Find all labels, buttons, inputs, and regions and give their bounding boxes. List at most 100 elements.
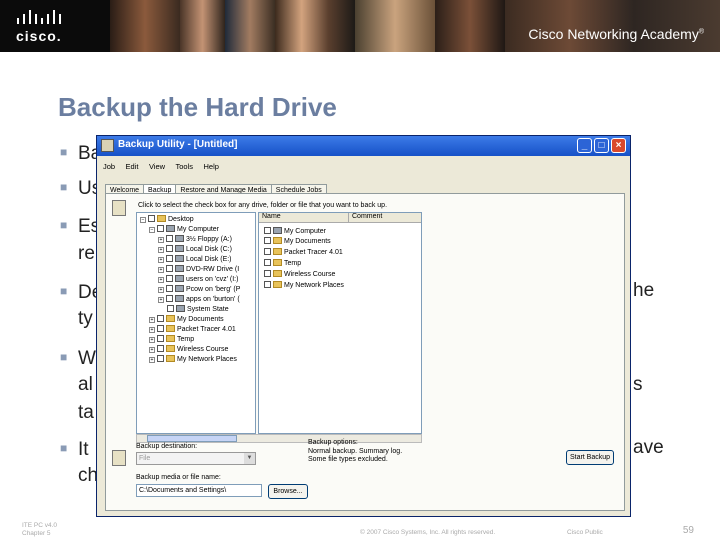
disk-icon	[175, 255, 184, 262]
checkbox[interactable]	[264, 227, 271, 234]
checkbox[interactable]	[148, 215, 155, 222]
expand-icon[interactable]: +	[158, 257, 164, 263]
maximize-button[interactable]: □	[594, 138, 609, 153]
tree-item[interactable]: +3½ Floppy (A:)	[158, 235, 232, 243]
menu-help[interactable]: Help	[203, 162, 218, 171]
checkbox[interactable]	[166, 265, 173, 272]
folder-icon	[166, 325, 175, 332]
expand-icon[interactable]: +	[158, 277, 164, 283]
list-item[interactable]: Temp	[264, 259, 301, 267]
column-header-name[interactable]: Name	[259, 213, 349, 223]
expand-icon[interactable]: +	[158, 267, 164, 273]
page-number: 59	[682, 525, 694, 536]
backup-utility-window: Backup Utility - [Untitled] _ □ × Job Ed…	[96, 135, 631, 517]
cisco-bars-icon	[17, 10, 61, 24]
menu-bar: Job Edit View Tools Help	[97, 156, 630, 174]
list-item[interactable]: My Documents	[264, 237, 331, 245]
column-header-comment[interactable]: Comment	[349, 213, 421, 223]
chevron-down-icon[interactable]: ▼	[244, 453, 255, 464]
list-item[interactable]: Packet Tracer 4.01	[264, 248, 343, 256]
menu-tools[interactable]: Tools	[176, 162, 194, 171]
folder-tree[interactable]: − Desktop − My Computer +3½ Floppy (A:) + L…	[136, 212, 256, 434]
window-titlebar[interactable]: Backup Utility - [Untitled] _ □ ×	[97, 136, 630, 156]
list-item[interactable]: My Network Places	[264, 281, 344, 289]
folder-icon	[157, 215, 166, 222]
tree-item[interactable]: + Local Disk (C:)	[158, 245, 232, 253]
computer-icon	[166, 225, 175, 232]
tree-item[interactable]: + My Documents	[149, 315, 224, 323]
collapse-icon[interactable]: −	[149, 227, 155, 233]
bullet-4-cont: ty	[78, 308, 93, 329]
bullet-3-cont: re	[78, 243, 95, 264]
banner-photo-2	[180, 0, 225, 52]
backup-media-input[interactable]: C:\Documents and Settings\	[136, 484, 262, 497]
scrollbar-thumb[interactable]	[147, 435, 237, 442]
expand-icon[interactable]: +	[149, 337, 155, 343]
checkbox[interactable]	[166, 275, 173, 282]
checkbox[interactable]	[157, 335, 164, 342]
network-places-icon	[166, 355, 175, 362]
tree-item[interactable]: + My Network Places	[149, 355, 237, 363]
checkbox[interactable]	[264, 248, 271, 255]
tree-item[interactable]: + Packet Tracer 4.01	[149, 325, 236, 333]
start-backup-button[interactable]: Start Backup	[566, 450, 614, 465]
checkbox[interactable]	[264, 281, 271, 288]
checkbox[interactable]	[166, 295, 173, 302]
checkbox[interactable]	[157, 355, 164, 362]
close-button[interactable]: ×	[611, 138, 626, 153]
horizontal-scrollbar[interactable]	[136, 434, 422, 443]
expand-icon[interactable]: +	[149, 357, 155, 363]
folder-icon	[166, 335, 175, 342]
checkbox[interactable]	[264, 270, 271, 277]
expand-icon[interactable]: +	[149, 327, 155, 333]
cisco-logo: cisco.	[14, 10, 74, 44]
backup-media-label: Backup media or file name:	[136, 474, 221, 481]
checkbox[interactable]	[157, 345, 164, 352]
expand-icon[interactable]: +	[158, 297, 164, 303]
checkbox[interactable]	[264, 259, 271, 266]
backup-options-label: Backup options:	[308, 439, 358, 446]
tree-item[interactable]: + users on 'cvz' (I:)	[158, 275, 238, 283]
bullet-4-tail: he	[633, 280, 655, 301]
tree-item[interactable]: + DVD-RW Drive (I	[158, 265, 239, 273]
minimize-button[interactable]: _	[577, 138, 592, 153]
backup-destination-select[interactable]: File ▼	[136, 452, 256, 465]
list-item[interactable]: Wireless Course	[264, 270, 335, 278]
checkbox[interactable]	[157, 315, 164, 322]
menu-job[interactable]: Job	[103, 162, 115, 171]
expand-icon[interactable]: +	[149, 317, 155, 323]
checkbox[interactable]	[166, 285, 173, 292]
expand-icon[interactable]: +	[149, 347, 155, 353]
tree-item[interactable]: + Wireless Course	[149, 345, 228, 353]
checkbox[interactable]	[166, 235, 173, 242]
tree-item[interactable]: + Pcow on 'berg' (P	[158, 285, 240, 293]
menu-edit[interactable]: Edit	[126, 162, 139, 171]
list-item[interactable]: My Computer	[264, 227, 326, 235]
expand-icon[interactable]: +	[158, 237, 164, 243]
checkbox[interactable]	[167, 305, 174, 312]
tree-item[interactable]: − My Computer	[149, 225, 219, 233]
backup-icon	[112, 200, 126, 216]
app-icon	[101, 139, 114, 152]
checkbox[interactable]	[264, 237, 271, 244]
tree-item[interactable]: + apps on 'burton' (	[158, 295, 240, 303]
browse-button[interactable]: Browse...	[268, 484, 308, 499]
folder-icon	[273, 237, 282, 244]
checkbox[interactable]	[157, 325, 164, 332]
tree-item[interactable]: + Temp	[149, 335, 194, 343]
banner-photo-3	[225, 0, 275, 52]
window-title: Backup Utility - [Untitled]	[118, 139, 238, 150]
menu-view[interactable]: View	[149, 162, 165, 171]
backup-options-line1: Normal backup. Summary log.	[308, 448, 403, 455]
tree-item[interactable]: − Desktop	[140, 215, 194, 223]
footer-copyright: © 2007 Cisco Systems, Inc. All rights re…	[360, 529, 496, 536]
expand-icon[interactable]: +	[158, 287, 164, 293]
file-list[interactable]: Name Comment My Computer My Documents Pa…	[258, 212, 422, 434]
checkbox[interactable]	[166, 245, 173, 252]
checkbox[interactable]	[166, 255, 173, 262]
checkbox[interactable]	[157, 225, 164, 232]
tree-item[interactable]: + Local Disk (E:)	[158, 255, 232, 263]
tree-item[interactable]: System State	[167, 305, 229, 313]
expand-icon[interactable]: +	[158, 247, 164, 253]
collapse-icon[interactable]: −	[140, 217, 146, 223]
